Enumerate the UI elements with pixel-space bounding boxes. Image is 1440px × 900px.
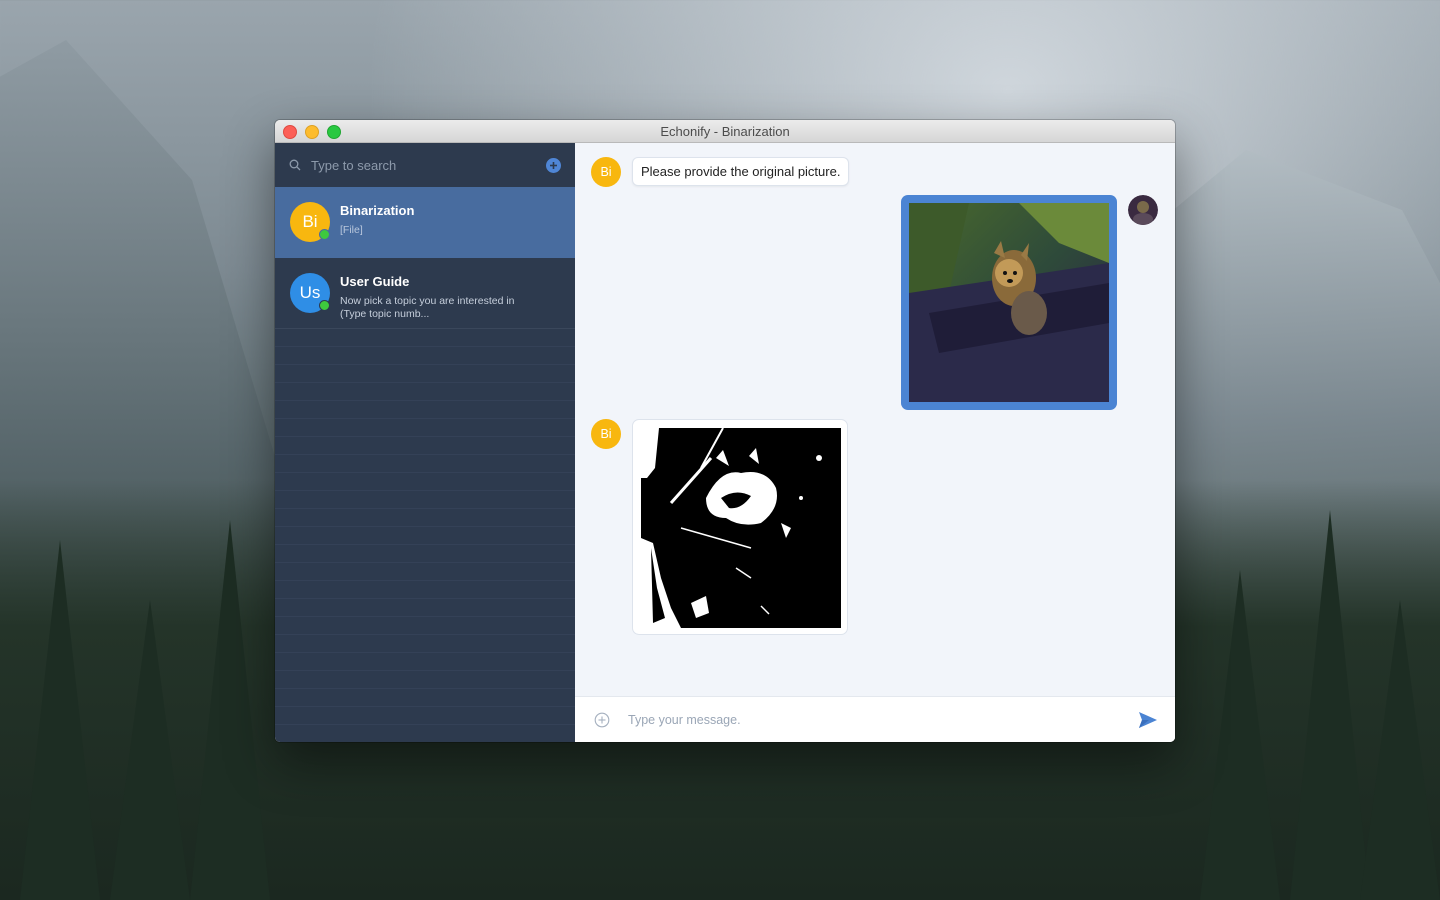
conversation-name: Binarization — [340, 203, 415, 218]
window-controls — [283, 125, 341, 139]
binarized-photo-image — [641, 428, 841, 628]
avatar: Bi — [290, 202, 330, 242]
message-row-bot-image: Bi — [591, 419, 848, 635]
message-composer — [575, 696, 1175, 742]
title-bar[interactable]: Echonify - Binarization — [275, 120, 1175, 143]
conversation-name: User Guide — [340, 274, 410, 289]
bot-avatar: Bi — [591, 157, 621, 187]
empty-list-area — [275, 329, 575, 742]
conversation-preview: [File] — [340, 224, 363, 236]
message-bubble-image-bot[interactable] — [632, 419, 848, 635]
maximize-window-button[interactable] — [327, 125, 341, 139]
message-bubble-text[interactable]: Please provide the original picture. — [632, 157, 850, 186]
app-window: Echonify - Binarization Bi — [275, 120, 1175, 742]
search-icon — [289, 159, 301, 171]
user-avatar — [1128, 195, 1158, 225]
sidebar: Bi Binarization [File] Us User Guide Now… — [275, 143, 575, 742]
online-indicator — [319, 300, 330, 311]
online-indicator — [319, 229, 330, 240]
message-bubble-image-user[interactable] — [901, 195, 1117, 410]
chat-panel: Bi Please provide the original picture. — [575, 143, 1175, 742]
message-row-bot: Bi Please provide the original picture. — [591, 157, 850, 187]
conversation-item-user-guide[interactable]: Us User Guide Now pick a topic you are i… — [275, 258, 575, 329]
add-icon — [550, 161, 557, 169]
conversation-item-binarization[interactable]: Bi Binarization [File] — [275, 187, 575, 258]
message-input[interactable] — [626, 711, 1139, 728]
bot-avatar: Bi — [591, 419, 621, 449]
minimize-window-button[interactable] — [305, 125, 319, 139]
avatar: Us — [290, 273, 330, 313]
close-window-button[interactable] — [283, 125, 297, 139]
search-input[interactable] — [309, 156, 546, 174]
window-title: Echonify - Binarization — [660, 123, 790, 139]
send-icon[interactable] — [1139, 711, 1157, 728]
attach-icon[interactable] — [594, 712, 610, 728]
dog-photo-image — [909, 203, 1109, 402]
conversation-preview: Now pick a topic you are interested in (… — [340, 295, 515, 320]
search-bar — [275, 143, 575, 187]
add-conversation-button[interactable] — [546, 157, 561, 173]
